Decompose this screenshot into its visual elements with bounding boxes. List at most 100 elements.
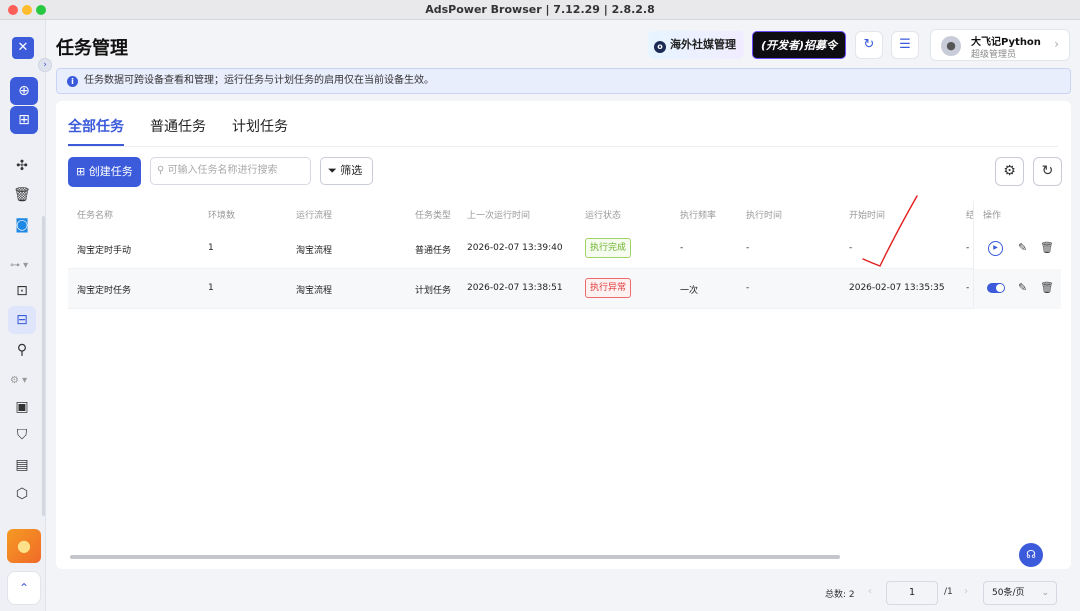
end-time: - [966, 283, 970, 293]
sidebar: ✕ › ⊕ ⊞ ✣ 🗑 ◙ ⊶ ▾ ⊡ ⊟ ⚲ ⚙ ▾ ▣ ⛉ ▤ ⬡ ● ⌃ [0, 20, 52, 611]
edit-icon[interactable]: ✎ [1018, 281, 1027, 294]
col-frequency: 执行频率 [680, 211, 717, 221]
status-badge: 执行完成 [585, 238, 632, 258]
info-icon: i [67, 76, 78, 87]
start-time: 2026-02-07 13:35:35 [849, 283, 945, 293]
sidebar-scrollbar[interactable] [42, 216, 45, 516]
page-number-input[interactable]: 1 [886, 581, 938, 605]
tab-all-tasks[interactable]: 全部任务 [68, 116, 124, 136]
status-badge: 执行异常 [585, 278, 632, 298]
sidebar-item-more-hexagon-icon[interactable]: ⬡ [11, 483, 33, 505]
user-name: 大飞记Python [971, 37, 1041, 48]
sidebar-collapse-chevron-updown-icon[interactable]: ⌃ [7, 571, 41, 605]
col-env-count: 环境数 [208, 211, 236, 221]
col-flow: 运行流程 [296, 211, 333, 221]
col-status: 运行状态 [585, 211, 622, 221]
task-type: 普通任务 [415, 246, 452, 256]
sidebar-item-new-profile-plus-circle-icon[interactable]: ⊕ [10, 77, 38, 105]
row-actions: ▶ ✎ 🗑 [973, 229, 1061, 269]
avatar: ● [941, 36, 961, 56]
task-list-icon[interactable]: ☰ [891, 31, 919, 59]
page-size-select[interactable]: 50条/页 ⌄ [983, 581, 1057, 605]
horizontal-scrollbar[interactable] [70, 555, 840, 559]
sidebar-item-rpa-flow-flowchart-icon[interactable]: ⊡ [11, 280, 33, 302]
refresh-icon[interactable]: ↻ [1033, 157, 1062, 186]
filter-funnel-icon: ⏷ [328, 164, 341, 177]
create-task-button[interactable]: ⊞ 创建任务 [68, 157, 141, 187]
social-media-label: 海外社媒管理 [670, 38, 736, 51]
sync-refresh-icon[interactable]: ↻ [855, 31, 883, 59]
sidebar-item-trash-icon[interactable]: 🗑 [11, 184, 33, 206]
tab-scheduled-tasks[interactable]: 计划任务 [232, 116, 288, 136]
search-placeholder: 可输入任务名称进行搜索 [167, 165, 278, 176]
filter-label: 筛选 [340, 164, 363, 177]
sidebar-item-batch-import-add-box-icon[interactable]: ⊞ [10, 106, 38, 134]
window-title: AdsPower Browser | 7.12.29 | 2.8.2.8 [425, 3, 655, 16]
exec-time: - [746, 283, 750, 293]
last-run-time: 2026-02-07 13:38:51 [467, 283, 563, 293]
notice-text: 任务数据可跨设备查看和管理；运行任务与计划任务的启用仅在当前设备生效。 [84, 75, 434, 86]
tab-normal-tasks[interactable]: 普通任务 [150, 116, 206, 136]
sidebar-promo-coin-icon[interactable]: ● [7, 529, 41, 563]
delete-trash-icon[interactable]: 🗑 [1040, 281, 1054, 294]
env-count: 1 [208, 283, 214, 293]
sidebar-item-billing-wallet-icon[interactable]: ▣ [11, 396, 33, 418]
social-media-button[interactable]: o 海外社媒管理 [648, 31, 744, 59]
create-task-label: 创建任务 [88, 165, 133, 178]
prev-page-chevron-left-icon[interactable]: ‹ [868, 586, 872, 597]
edit-icon[interactable]: ✎ [1018, 241, 1027, 254]
user-role: 超级管理员 [971, 50, 1017, 60]
chevron-down-icon: ⌄ [1041, 588, 1049, 598]
task-panel: 全部任务 普通任务 计划任务 ⊞ 创建任务 ⚲ 可输入任务名称进行搜索 ⏷ 筛选… [56, 101, 1071, 569]
sidebar-settings-group-gear-icon[interactable]: ⚙ ▾ [10, 375, 27, 386]
chevron-right-icon: › [1054, 37, 1059, 51]
info-notice: i 任务数据可跨设备查看和管理；运行任务与计划任务的启用仅在当前设备生效。 [56, 68, 1071, 94]
row-actions: ✎ 🗑 [973, 269, 1061, 309]
pagination: 总数: 2 ‹ 1 /1 › 50条/页 ⌄ [56, 576, 1071, 606]
exec-time: - [746, 243, 750, 253]
frequency: 一次 [680, 286, 699, 296]
ops-header-cell: 操作 [973, 201, 1061, 229]
env-count: 1 [208, 243, 214, 253]
sidebar-item-app-center-app-icon[interactable]: ◙ [11, 214, 33, 236]
help-headset-icon[interactable]: ☊ [1019, 543, 1043, 567]
run-play-icon[interactable]: ▶ [988, 241, 1003, 256]
user-menu[interactable]: ● 大飞记Python 超级管理员 › [930, 29, 1070, 61]
active-tab-indicator [68, 144, 124, 146]
table-row[interactable]: 淘宝定时任务 1 淘宝流程 计划任务 2026-02-07 13:38:51 执… [68, 269, 1061, 309]
title-bar: AdsPower Browser | 7.12.29 | 2.8.2.8 [0, 0, 1080, 20]
total-count: 总数: 2 [825, 590, 855, 600]
last-run-time: 2026-02-07 13:39:40 [467, 243, 563, 253]
flow-name: 淘宝流程 [296, 286, 333, 296]
sidebar-group-toggle-icon[interactable]: ⊶ ▾ [10, 260, 28, 271]
sidebar-item-logs-clipboard-icon[interactable]: ▤ [11, 454, 33, 476]
red-check-annotation [862, 195, 918, 267]
sidebar-item-api-plug-icon[interactable]: ⚲ [11, 339, 33, 361]
developer-recruit-button[interactable]: (开发者)招募令 [752, 31, 846, 59]
page-size-value: 50条/页 [992, 588, 1025, 598]
app-logo-icon: ✕ [12, 37, 34, 59]
social-logo-icon: o [654, 41, 666, 53]
delete-trash-icon[interactable]: 🗑 [1040, 241, 1054, 254]
sidebar-item-extensions-puzzle-icon[interactable]: ✣ [11, 155, 33, 177]
search-input[interactable]: ⚲ 可输入任务名称进行搜索 [150, 157, 311, 185]
sidebar-item-security-shield-icon[interactable]: ⛉ [11, 424, 33, 446]
page-title: 任务管理 [56, 38, 128, 59]
sidebar-item-rpa-robot-icon[interactable]: ⊟ [8, 306, 36, 334]
column-settings-gear-icon[interactable]: ⚙ [995, 157, 1024, 186]
task-name: 淘宝定时任务 [77, 286, 132, 296]
filter-button[interactable]: ⏷ 筛选 [320, 157, 373, 185]
task-tabs: 全部任务 普通任务 计划任务 [68, 101, 1058, 147]
create-task-icon: ⊞ [76, 165, 89, 178]
sidebar-expand-chevron-right-icon[interactable]: › [38, 58, 52, 72]
search-icon: ⚲ [157, 165, 168, 176]
start-time: - [849, 243, 853, 253]
col-exec-time: 执行时间 [746, 211, 783, 221]
col-actions: 操作 [983, 211, 1002, 221]
flow-name: 淘宝流程 [296, 246, 333, 256]
next-page-chevron-right-icon[interactable]: › [964, 586, 968, 597]
col-last-run: 上一次运行时间 [467, 211, 531, 221]
col-task-name: 任务名称 [77, 211, 114, 221]
end-time: - [966, 243, 970, 253]
enable-toggle[interactable] [987, 283, 1005, 293]
